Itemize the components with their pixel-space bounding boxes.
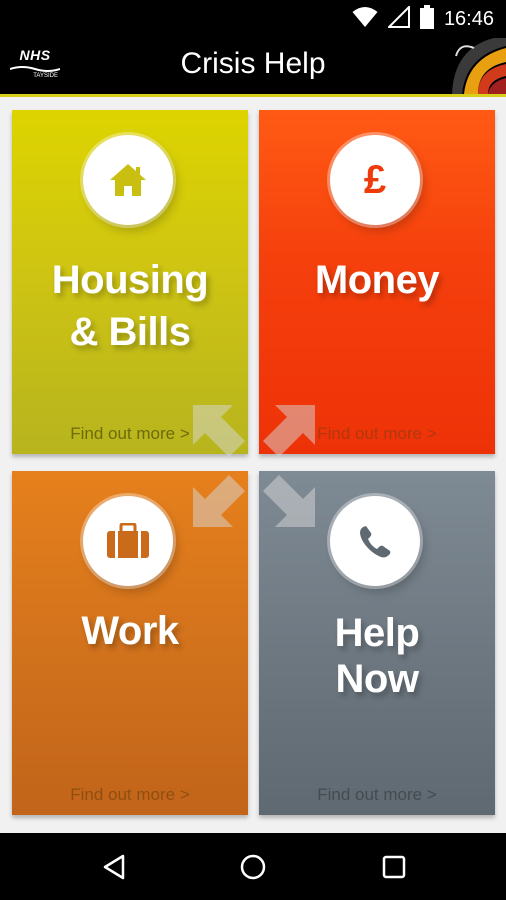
battery-icon	[419, 4, 434, 34]
work-find-out-more-link[interactable]: Find out more >	[12, 785, 248, 805]
help-title-line2: Now	[335, 657, 419, 701]
house-icon	[83, 135, 173, 225]
briefcase-icon	[83, 496, 173, 586]
status-icons: 16:46	[352, 4, 494, 34]
housing-bills-tile[interactable]: Housing & Bills Find out more >	[12, 110, 248, 454]
signal-icon	[386, 4, 410, 33]
housing-title-line1: Housing	[51, 258, 209, 302]
status-time: 16:46	[443, 7, 494, 30]
money-title: Money	[314, 258, 440, 302]
phone-icon	[330, 496, 420, 586]
navigation-bar	[0, 833, 506, 900]
help-title-line1: Help	[334, 611, 420, 655]
money-tile[interactable]: £ Money Find out more >	[259, 110, 495, 454]
status-bar: 16:46	[0, 0, 506, 38]
wifi-icon	[352, 6, 378, 33]
recents-icon[interactable]	[378, 851, 410, 883]
tile-grid: Housing & Bills Find out more > £ Money …	[0, 97, 506, 833]
help-find-out-more-link[interactable]: Find out more >	[259, 785, 495, 805]
home-icon[interactable]	[237, 851, 269, 883]
pound-icon: £	[330, 135, 420, 225]
corner-artwork-icon	[444, 38, 506, 94]
page-title: Crisis Help	[180, 47, 326, 80]
work-title: Work	[81, 609, 179, 653]
housing-title-line2: & Bills	[69, 310, 191, 354]
app-bar: NHS TAYSIDE Crisis Help	[0, 38, 506, 94]
back-icon[interactable]	[98, 851, 130, 883]
expand-arrows-icon	[193, 405, 315, 527]
pound-symbol: £	[363, 157, 387, 202]
